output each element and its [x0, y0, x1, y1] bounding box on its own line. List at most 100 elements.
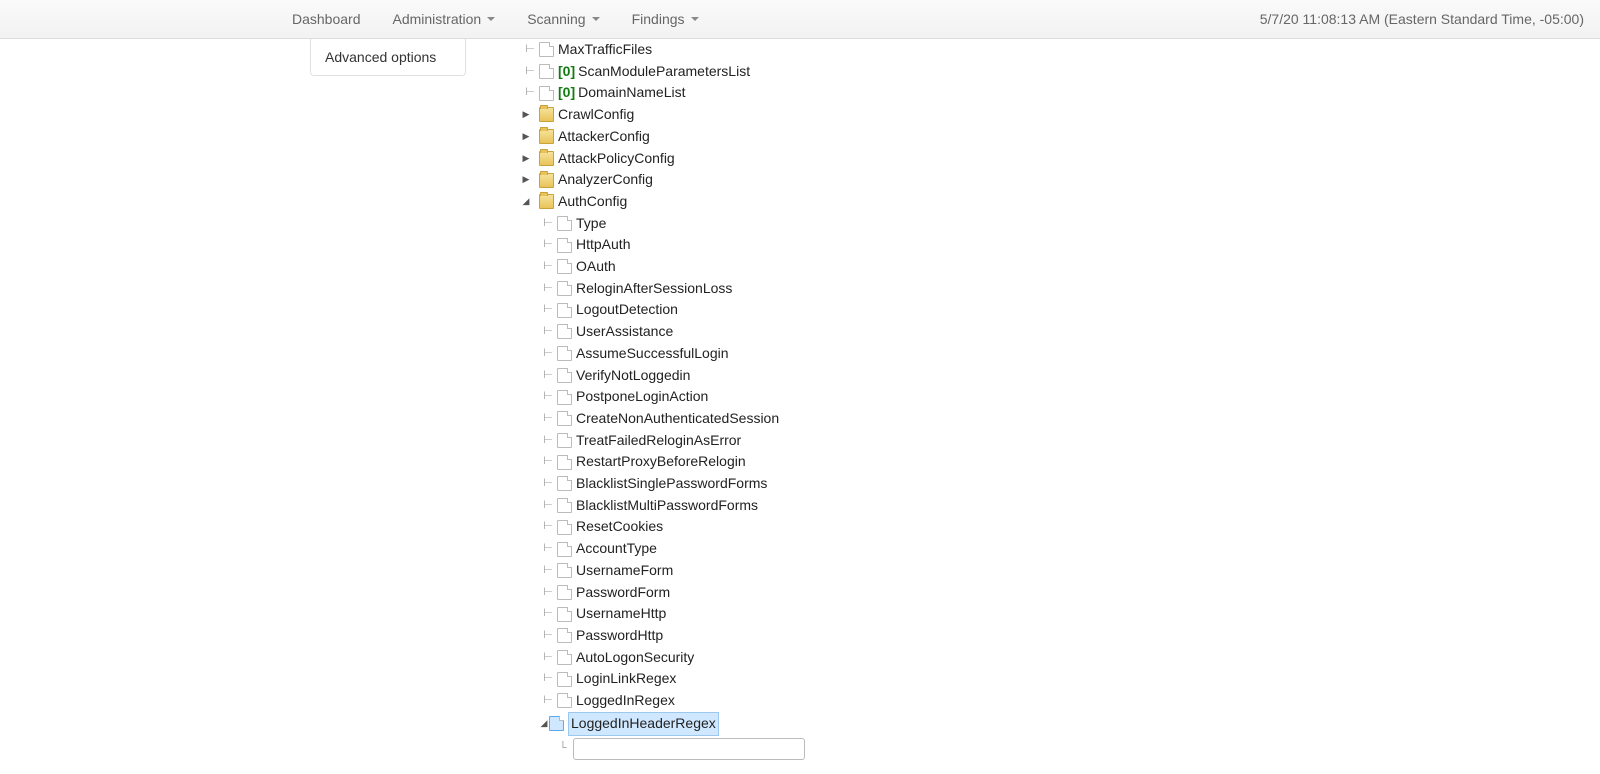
tree-connector-icon: ⊢ — [539, 625, 557, 647]
tree-node-label: AccountType — [576, 538, 657, 560]
tree-node-label: VerifyNotLoggedin — [576, 365, 690, 387]
tree-node-label: PasswordForm — [576, 582, 670, 604]
tree-node-auto-logon-security[interactable]: ⊢AutoLogonSecurity — [521, 647, 805, 669]
chevron-down-icon — [592, 17, 600, 21]
tree-node-crawl-config[interactable]: ▶ CrawlConfig — [521, 104, 805, 126]
folder-icon — [539, 129, 554, 144]
tree-node-attacker-config[interactable]: ▶ AttackerConfig — [521, 126, 805, 148]
file-icon — [557, 520, 572, 535]
file-icon — [557, 607, 572, 622]
tree-node-label: LogoutDetection — [576, 299, 678, 321]
file-icon — [557, 346, 572, 361]
tree-node-label: AttackerConfig — [558, 126, 650, 148]
folder-icon — [539, 151, 554, 166]
file-icon — [557, 238, 572, 253]
tree-node-label: UsernameForm — [576, 560, 673, 582]
expand-icon[interactable]: ▶ — [521, 169, 531, 191]
tree-connector-icon: ⊢ — [539, 386, 557, 408]
nav-scanning[interactable]: Scanning — [511, 2, 615, 36]
tree-connector-icon: ⊢ — [539, 234, 557, 256]
logged-in-header-regex-input[interactable] — [573, 738, 805, 760]
expand-icon[interactable]: ▶ — [521, 126, 531, 148]
tree-node-label: DomainNameList — [578, 82, 685, 104]
tree-node-logged-in-header-regex[interactable]: ◢ LoggedInHeaderRegex — [521, 712, 805, 736]
tree-node-label: MaxTrafficFiles — [558, 39, 652, 61]
config-tree: ⊢ MaxTrafficFiles ⊢ [0] ScanModuleParame… — [521, 39, 805, 760]
tree-node-label: ScanModuleParametersList — [578, 61, 750, 83]
nav-administration[interactable]: Administration — [377, 2, 512, 36]
tree-node-label: Type — [576, 213, 606, 235]
sidebar: Advanced options — [310, 39, 466, 76]
tree-node-type[interactable]: ⊢ Type — [521, 213, 805, 235]
tree-connector-icon: ⊢ — [539, 560, 557, 582]
tree-connector-icon: ⊢ — [539, 538, 557, 560]
file-icon — [539, 42, 554, 57]
tree-connector-icon: ⊢ — [539, 516, 557, 538]
tree-node-label: LoggedInHeaderRegex — [568, 712, 719, 736]
expand-icon[interactable]: ▶ — [521, 104, 531, 126]
tree-connector-icon: ⊢ — [539, 495, 557, 517]
tree-node-verify-not-logged-in[interactable]: ⊢ VerifyNotLoggedin — [521, 365, 805, 387]
tree-connector-icon: ⊢ — [539, 343, 557, 365]
tree-node-label: AnalyzerConfig — [558, 169, 653, 191]
file-icon — [557, 324, 572, 339]
file-icon — [557, 216, 572, 231]
tree-node-label: LoginLinkRegex — [576, 668, 676, 690]
tree-node-create-non-auth-session[interactable]: ⊢CreateNonAuthenticatedSession — [521, 408, 805, 430]
tree-connector-icon: ⊢ — [539, 647, 557, 669]
tree-connector-icon: ⊢ — [539, 213, 557, 235]
top-navbar: Dashboard Administration Scanning Findin… — [0, 0, 1600, 39]
file-icon — [557, 650, 572, 665]
sidebar-item-advanced-options[interactable]: Advanced options — [310, 39, 466, 76]
tree-node-username-http[interactable]: ⊢ UsernameHttp — [521, 603, 805, 625]
tree-node-label: AttackPolicyConfig — [558, 148, 675, 170]
tree-node-http-auth[interactable]: ⊢HttpAuth — [521, 234, 805, 256]
expand-icon[interactable]: ▶ — [521, 148, 531, 170]
tree-connector-icon: ⊢ — [539, 365, 557, 387]
file-icon — [557, 693, 572, 708]
tree-node-logged-in-regex[interactable]: ⊢LoggedInRegex — [521, 690, 805, 712]
tree-node-domain-name-list[interactable]: ⊢ [0] DomainNameList — [521, 82, 805, 104]
tree-node-scan-module-params[interactable]: ⊢ [0] ScanModuleParametersList — [521, 61, 805, 83]
tree-node-blacklist-single-pw[interactable]: ⊢BlacklistSinglePasswordForms — [521, 473, 805, 495]
nav-dashboard[interactable]: Dashboard — [276, 2, 377, 36]
collapse-icon[interactable]: ◢ — [521, 191, 531, 213]
tree-node-label: UsernameHttp — [576, 603, 666, 625]
tree-node-reset-cookies[interactable]: ⊢ResetCookies — [521, 516, 805, 538]
file-icon — [539, 64, 554, 79]
tree-node-relogin-after-session-loss[interactable]: ⊢ReloginAfterSessionLoss — [521, 278, 805, 300]
tree-node-password-http[interactable]: ⊢ PasswordHttp — [521, 625, 805, 647]
tree-node-attack-policy-config[interactable]: ▶ AttackPolicyConfig — [521, 148, 805, 170]
tree-node-max-traffic-files[interactable]: ⊢ MaxTrafficFiles — [521, 39, 805, 61]
file-icon — [557, 433, 572, 448]
tree-node-postpone-login-action[interactable]: ⊢PostponeLoginAction — [521, 386, 805, 408]
tree-node-username-form[interactable]: ⊢ UsernameForm — [521, 560, 805, 582]
tree-connector-icon: ⊢ — [539, 603, 557, 625]
folder-icon — [539, 173, 554, 188]
tree-node-restart-proxy[interactable]: ⊢RestartProxyBeforeRelogin — [521, 451, 805, 473]
tree-node-treat-failed-relogin[interactable]: ⊢TreatFailedReloginAsError — [521, 430, 805, 452]
file-icon — [557, 455, 572, 470]
count-badge: [0] — [558, 82, 575, 104]
tree-node-logout-detection[interactable]: ⊢LogoutDetection — [521, 299, 805, 321]
tree-node-analyzer-config[interactable]: ▶ AnalyzerConfig — [521, 169, 805, 191]
tree-node-assume-successful-login[interactable]: ⊢AssumeSuccessfulLogin — [521, 343, 805, 365]
tree-node-password-form[interactable]: ⊢ PasswordForm — [521, 582, 805, 604]
tree-node-blacklist-multi-pw[interactable]: ⊢ BlacklistMultiPasswordForms — [521, 495, 805, 517]
tree-node-auth-config[interactable]: ◢ AuthConfig — [521, 191, 805, 213]
collapse-icon[interactable]: ◢ — [539, 713, 549, 735]
tree-node-login-link-regex[interactable]: ⊢LoginLinkRegex — [521, 668, 805, 690]
tree-node-user-assistance[interactable]: ⊢UserAssistance — [521, 321, 805, 343]
file-icon — [557, 259, 572, 274]
file-icon — [557, 476, 572, 491]
tree-node-label: PasswordHttp — [576, 625, 663, 647]
tree-node-oauth[interactable]: ⊢OAuth — [521, 256, 805, 278]
tree-node-account-type[interactable]: ⊢ AccountType — [521, 538, 805, 560]
tree-node-label: LoggedInRegex — [576, 690, 675, 712]
tree-node-label: BlacklistMultiPasswordForms — [576, 495, 758, 517]
tree-node-label: UserAssistance — [576, 321, 673, 343]
tree-connector-icon: ⊢ — [539, 582, 557, 604]
tree-connector-icon: ⊢ — [539, 256, 557, 278]
nav-findings[interactable]: Findings — [616, 2, 715, 36]
tree-node-value-row: └ — [559, 738, 805, 760]
